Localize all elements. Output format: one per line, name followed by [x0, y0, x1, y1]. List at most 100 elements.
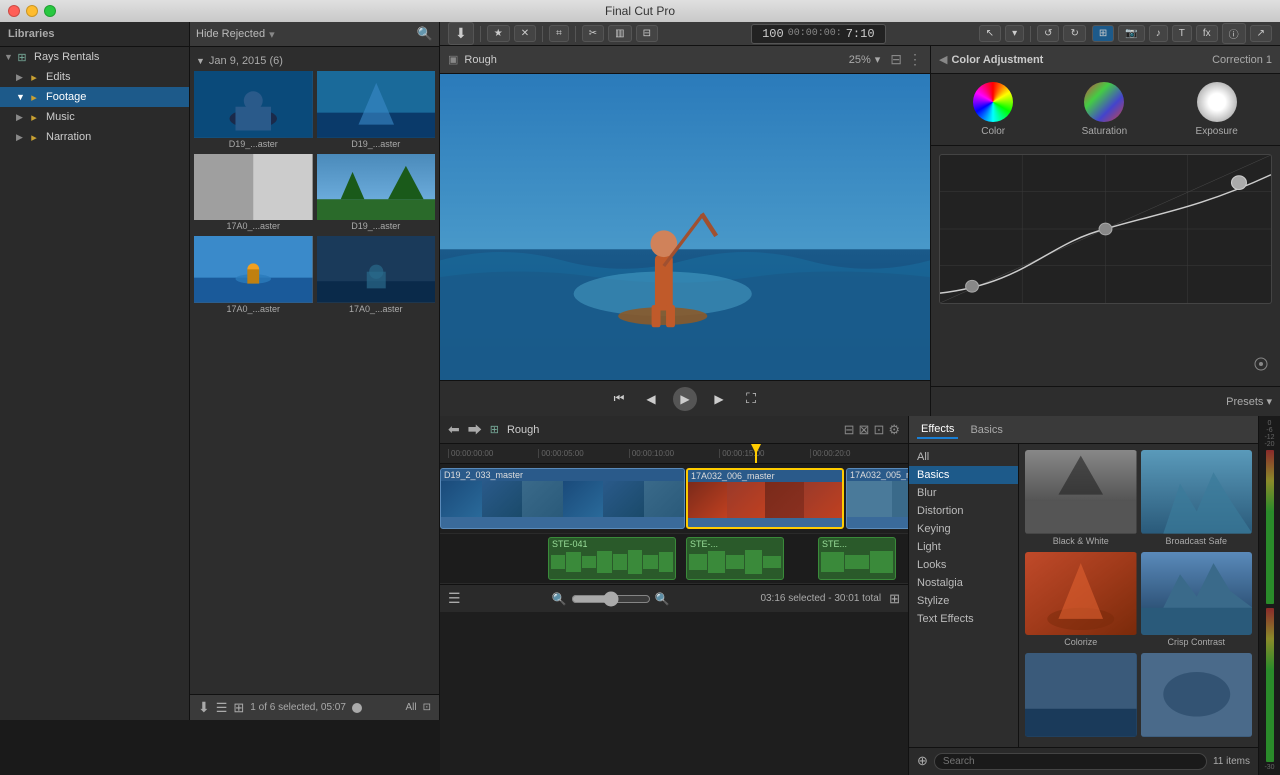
audio-clip-ste-2[interactable]: STE-... — [686, 537, 784, 580]
presets-button[interactable]: Presets ▾ — [1226, 395, 1272, 408]
sidebar-item-narration[interactable]: ▸ Narration — [0, 127, 189, 147]
list-item[interactable]: 17A0_...aster — [194, 236, 313, 315]
disclosure-narration[interactable] — [16, 132, 26, 142]
effects-cat-nostalgia[interactable]: Nostalgia — [909, 574, 1018, 592]
tools-dropdown[interactable]: ▾ — [1005, 25, 1024, 42]
effects-cat-stylize[interactable]: Stylize — [909, 592, 1018, 610]
sidebar-item-rays-rentals[interactable]: ⊞ Rays Rentals — [0, 47, 189, 67]
maximize-button[interactable] — [44, 5, 56, 17]
list-item[interactable]: 17A0_...aster — [194, 154, 313, 233]
undo-btn[interactable]: ↺ — [1037, 25, 1059, 42]
fwd-frame-btn[interactable]: ▶ — [709, 389, 729, 409]
favorite-btn[interactable]: ★ — [487, 25, 510, 42]
color-tool-color[interactable]: Color — [973, 82, 1013, 137]
viewer-options-icon[interactable]: ⋮ — [908, 51, 922, 68]
inspector-btn[interactable]: ⓘ — [1222, 23, 1246, 44]
effects-cat-blur[interactable]: Blur — [909, 484, 1018, 502]
list-item[interactable]: D19_...aster — [317, 154, 436, 233]
tab-basics[interactable]: Basics — [966, 422, 1006, 438]
list-item[interactable]: 17A0_...aster — [317, 236, 436, 315]
disclosure-edits[interactable] — [16, 72, 26, 82]
playhead[interactable] — [755, 444, 757, 463]
list-item[interactable]: D19_...aster — [194, 71, 313, 150]
timeline-tool-2[interactable]: ⊠ — [859, 422, 870, 438]
redo-btn[interactable]: ↻ — [1063, 25, 1085, 42]
list-item[interactable]: D19_...aster — [317, 71, 436, 150]
curves-canvas[interactable] — [939, 154, 1272, 304]
timeline-tool-3[interactable]: ⊡ — [873, 422, 884, 438]
audio-btn[interactable]: ♪ — [1149, 25, 1168, 42]
disclosure-rays-rentals[interactable] — [4, 52, 14, 62]
filter-dropdown-icon[interactable]: ▾ — [269, 28, 275, 41]
view-toggle-list[interactable]: ☰ — [216, 700, 228, 716]
back-frame-btn[interactable]: ◀ — [641, 389, 661, 409]
effect-item6[interactable] — [1141, 653, 1253, 741]
sidebar-item-music[interactable]: ▸ Music — [0, 107, 189, 127]
effects-cat-looks[interactable]: Looks — [909, 556, 1018, 574]
zoom-dropdown-icon[interactable]: ▾ — [875, 53, 881, 66]
effect-black-white[interactable]: Black & White — [1025, 450, 1137, 548]
sidebar-item-edits[interactable]: ▸ Edits — [0, 67, 189, 87]
disclosure-date[interactable]: ▼ — [196, 56, 205, 66]
timeline-back-icon[interactable]: ⬅ — [448, 421, 460, 438]
select-tool[interactable]: ↖ — [979, 25, 1001, 42]
range-btn[interactable]: ▥ — [608, 25, 631, 42]
reject-btn[interactable]: ✕ — [514, 25, 536, 42]
effect-crisp-contrast[interactable]: Crisp Contrast — [1141, 552, 1253, 650]
color-tool-saturation[interactable]: Saturation — [1082, 82, 1128, 137]
effects-cat-basics[interactable]: Basics — [909, 466, 1018, 484]
tab-effects[interactable]: Effects — [917, 421, 958, 439]
disclosure-footage[interactable] — [16, 92, 26, 102]
view-all-label[interactable]: All — [405, 702, 416, 713]
effect-item5[interactable] — [1025, 653, 1137, 741]
browser-options-icon[interactable]: ⊡ — [423, 702, 431, 713]
effects-cat-keying[interactable]: Keying — [909, 520, 1018, 538]
timeline-forward-icon[interactable]: ⮕ — [468, 420, 482, 440]
audio-clip-ste-3[interactable]: STE... — [818, 537, 896, 580]
effects-cat-all[interactable]: All — [909, 448, 1018, 466]
clip-d19-033[interactable]: D19_2_033_master — [440, 468, 685, 529]
import-icon[interactable]: ⬇ — [198, 699, 210, 716]
fx-btn[interactable]: fx — [1196, 25, 1218, 42]
effect-colorize[interactable]: Colorize — [1025, 552, 1137, 650]
fullscreen-btn[interactable]: ⛶ — [741, 389, 761, 409]
zoom-slider[interactable] — [571, 591, 651, 607]
view-toggle-grid[interactable]: ⊞ — [233, 700, 244, 716]
clip-17a032-005[interactable]: 17A032_005_master — [846, 468, 908, 529]
zoom-in-icon[interactable]: 🔍 — [655, 592, 670, 606]
list-view-btn[interactable]: ☰ — [448, 590, 461, 607]
effects-search-input[interactable] — [934, 753, 1207, 770]
search-icon[interactable]: 🔍 — [417, 26, 433, 42]
effects-cat-distortion[interactable]: Distortion — [909, 502, 1018, 520]
timeline-settings-icon[interactable]: ⚙ — [888, 422, 900, 438]
import-btn[interactable]: ⬇ — [448, 22, 474, 45]
disclosure-music[interactable] — [16, 112, 26, 122]
transform-btn[interactable]: ⌗ — [549, 25, 569, 42]
camera-btn[interactable]: 📷 — [1118, 25, 1144, 42]
color-tool-exposure[interactable]: Exposure — [1196, 82, 1238, 137]
clip-17a032-006[interactable]: 17A032_006_master — [686, 468, 844, 529]
filter-label[interactable]: Hide Rejected — [196, 28, 265, 40]
connect-btn[interactable]: ⊟ — [636, 25, 658, 42]
title-btn[interactable]: T — [1172, 25, 1192, 42]
effects-cat-light[interactable]: Light — [909, 538, 1018, 556]
window-controls[interactable] — [8, 5, 56, 17]
play-button[interactable]: ▶ — [673, 387, 697, 411]
effect-broadcast-safe[interactable]: Broadcast Safe — [1141, 450, 1253, 548]
viewer-layout-icon[interactable]: ⊟ — [890, 51, 902, 68]
audio-clip-ste041-1[interactable]: STE-041 — [548, 537, 676, 580]
clip-appearance-btn[interactable]: ⊞ — [889, 591, 900, 607]
timeline-tool-1[interactable]: ⊟ — [844, 422, 855, 438]
clip-view-btn[interactable]: ⊞ — [1092, 25, 1114, 42]
effects-cat-text[interactable]: Text Effects — [909, 610, 1018, 628]
add-to-favorites-icon[interactable]: ⊕ — [917, 753, 928, 769]
sidebar-item-footage[interactable]: ▸ Footage — [0, 87, 189, 107]
close-button[interactable] — [8, 5, 20, 17]
back-inspector-icon[interactable]: ◀ — [939, 53, 947, 66]
cut-btn[interactable]: ✂ — [582, 25, 604, 42]
curves-settings-icon[interactable] — [1254, 357, 1268, 374]
viewer-zoom-control[interactable]: 25% ▾ — [849, 53, 881, 66]
zoom-out-icon[interactable]: 🔍 — [552, 592, 567, 606]
share-btn[interactable]: ↗ — [1250, 25, 1272, 42]
beginning-btn[interactable]: ⏮ — [609, 389, 629, 409]
